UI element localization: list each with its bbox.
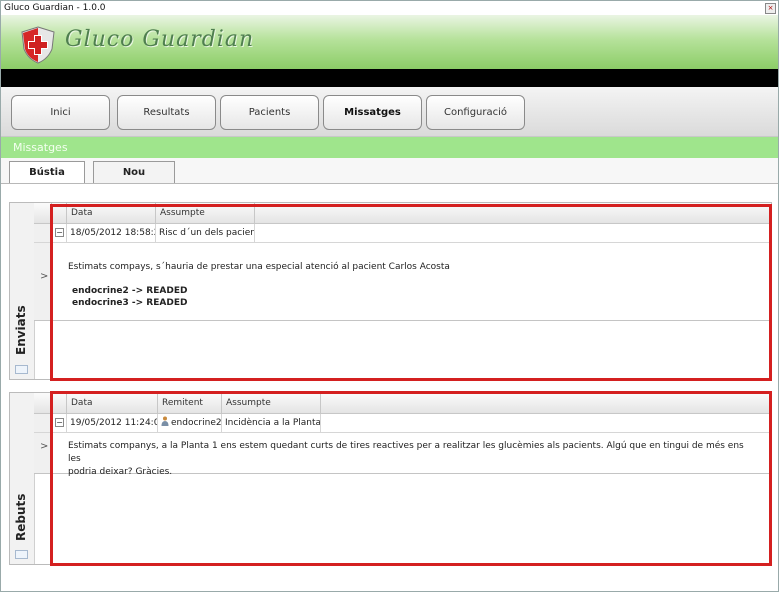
received-side-label: Rebuts <box>10 393 35 564</box>
tab-nou[interactable]: Nou <box>93 161 175 183</box>
window-title: Gluco Guardian - 1.0.0 <box>4 3 106 13</box>
table-row[interactable]: − 19/05/2012 11:24:07 endocrine2 Incidèn… <box>34 414 771 433</box>
cell-date: 19/05/2012 11:24:07 <box>67 414 158 432</box>
section-title: Missatges <box>1 137 778 158</box>
sent-label: Enviats <box>14 305 28 355</box>
nav-tab-inici[interactable]: Inici <box>11 95 110 130</box>
nav-tab-pacients[interactable]: Pacients <box>220 95 319 130</box>
expander-cell: − <box>52 414 67 432</box>
message-body: Estimats companys, a la Planta 1 ens est… <box>68 440 758 479</box>
envelope-icon <box>15 365 28 374</box>
tab-bustia[interactable]: Bústia <box>9 161 85 183</box>
message-line: Estimats companys, a la Planta 1 ens est… <box>68 441 744 464</box>
cell-sender: endocrine2 <box>158 414 222 432</box>
cell-date: 18/05/2012 18:58:21 <box>67 224 156 242</box>
received-label: Rebuts <box>14 493 28 541</box>
detail-indicator: > <box>34 243 53 320</box>
column-header-data[interactable]: Data <box>67 393 158 413</box>
header-spacer <box>52 393 67 413</box>
app-window: Gluco Guardian - 1.0.0 × Gluco Guardian … <box>0 0 779 592</box>
collapse-toggle[interactable]: − <box>55 228 64 237</box>
row-indicator <box>34 224 52 242</box>
sender-name: endocrine2 <box>171 418 222 428</box>
received-messages-panel: Rebuts Data Remitent Assumpte − 19/05/20… <box>9 392 772 565</box>
read-status-list: endocrine2 -> READED endocrine3 -> READE… <box>72 285 187 309</box>
nav-tab-missatges[interactable]: Missatges <box>323 95 422 130</box>
cell-subject: Incidència a la Planta 1 <box>222 414 321 432</box>
read-status: endocrine2 -> READED <box>72 286 188 296</box>
user-icon <box>161 416 169 426</box>
nav-tab-configuracio[interactable]: Configuració <box>426 95 525 130</box>
sent-grid-header: Data Assumpte <box>34 203 771 224</box>
mailbox-tabs: Bústia Nou <box>1 158 778 184</box>
envelope-icon <box>15 550 28 559</box>
column-header-data[interactable]: Data <box>67 203 156 223</box>
message-body: Estimats compays, s´hauria de prestar un… <box>68 262 450 272</box>
header-spacer <box>34 203 52 223</box>
message-detail: > Estimats companys, a la Planta 1 ens e… <box>34 433 771 477</box>
banner-strip <box>1 69 778 87</box>
received-grid-header: Data Remitent Assumpte <box>34 393 771 414</box>
collapse-toggle[interactable]: − <box>55 418 64 427</box>
row-indicator <box>34 414 52 432</box>
main-nav: Inici Resultats Pacients Missatges Confi… <box>1 87 778 137</box>
header-spacer <box>52 203 67 223</box>
detail-indicator: > <box>34 433 53 473</box>
table-row[interactable]: − 18/05/2012 18:58:21 Risc d´un dels pac… <box>34 224 771 243</box>
sent-side-label: Enviats <box>10 203 35 379</box>
column-header-assumpte[interactable]: Assumpte <box>156 203 255 223</box>
read-status: endocrine3 -> READED <box>72 298 188 308</box>
chevron-right-icon: > <box>40 441 49 452</box>
column-header-assumpte[interactable]: Assumpte <box>222 393 321 413</box>
column-header-remitent[interactable]: Remitent <box>158 393 222 413</box>
shield-cross-icon <box>21 26 55 64</box>
chevron-right-icon: > <box>40 271 49 282</box>
sent-messages-panel: Enviats Data Assumpte − 18/05/2012 18:58… <box>9 202 772 380</box>
nav-tab-resultats[interactable]: Resultats <box>117 95 216 130</box>
message-line: podria deixar? Gràcies. <box>68 467 173 477</box>
title-bar: Gluco Guardian - 1.0.0 × <box>1 1 778 15</box>
message-detail: > Estimats compays, s´hauria de prestar … <box>34 243 771 321</box>
expander-cell: − <box>52 224 67 242</box>
close-button[interactable]: × <box>765 3 776 14</box>
header-spacer <box>34 393 52 413</box>
sent-grid: Data Assumpte − 18/05/2012 18:58:21 Risc… <box>34 203 771 379</box>
cell-subject: Risc d´un dels pacients <box>156 224 255 242</box>
app-logo-text: Gluco Guardian <box>65 27 255 52</box>
received-grid: Data Remitent Assumpte − 19/05/2012 11:2… <box>34 393 771 564</box>
